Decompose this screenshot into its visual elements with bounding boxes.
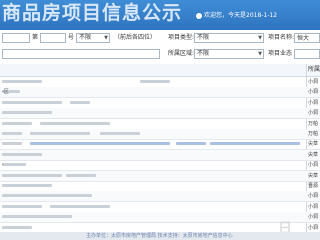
area-select-value: 不限	[197, 50, 210, 57]
chevron-down-icon: ▼	[258, 51, 262, 57]
project-table: 所属 小洞 -区 小洞 小洞 小洞 万柏 万柏 尖草 尖草 - 小洞 尖草 晋源 小洞 小洞 小洞 小洞	[0, 64, 320, 234]
table-row[interactable]: - 小洞	[0, 160, 320, 172]
cell-district: 小洞	[308, 193, 319, 200]
filter-row-2: 所属区域: 不限 ▼ 项目业态	[0, 47, 320, 64]
project-type-value: 不限	[197, 34, 210, 41]
range-select[interactable]: 不限 ▼	[76, 33, 110, 43]
cell-district: 小洞	[308, 110, 319, 117]
table-row[interactable]: 小洞	[0, 77, 320, 88]
app-header: 商品房项目信息公示 欢迎您，今天是2018-1-12	[0, 0, 320, 30]
cell-project-info: -区	[2, 89, 9, 96]
row-content-placeholder	[2, 111, 52, 115]
row-content-placeholder	[176, 142, 206, 146]
cell-district: 晋源	[308, 183, 319, 189]
row-content-placeholder	[2, 225, 32, 229]
row-content-placeholder	[210, 142, 300, 146]
cell-district: 小洞	[308, 79, 319, 85]
cell-district: 尖草	[308, 172, 319, 179]
row-content-placeholder	[30, 142, 170, 146]
table-row[interactable]: 尖草	[0, 139, 320, 151]
ce-label: 第	[32, 34, 39, 41]
row-content-placeholder	[2, 100, 62, 104]
page-title: 商品房项目信息公示	[2, 2, 183, 24]
chevron-down-icon: ▼	[258, 35, 262, 41]
project-type-label: 项目类型:	[168, 34, 195, 41]
table-header: 所属	[0, 64, 320, 77]
cell-district: 小洞	[308, 162, 319, 169]
row-content-placeholder	[2, 173, 62, 177]
table-row[interactable]: 万柏	[0, 119, 320, 130]
row-content-placeholder	[140, 80, 170, 83]
cell-district: 万柏	[308, 120, 319, 127]
number-field[interactable]	[40, 33, 66, 43]
range-hint: （前后各四位）	[114, 34, 157, 41]
table-row[interactable]: 小洞	[0, 191, 320, 203]
project-type-select[interactable]: 不限 ▼	[194, 33, 264, 43]
table-row[interactable]: 晋源	[0, 181, 320, 192]
row-content-placeholder	[2, 132, 22, 135]
table-row[interactable]: 小洞	[0, 108, 320, 120]
row-content-placeholder	[30, 132, 90, 135]
range-select-value: 不限	[79, 34, 92, 41]
table-row[interactable]: 小洞	[0, 202, 320, 213]
table-row[interactable]: 小洞	[0, 212, 320, 224]
area-select[interactable]: 不限 ▼	[194, 49, 264, 59]
cell-district: 小洞	[308, 224, 319, 231]
hao-label: 号	[68, 34, 75, 41]
footer-text: 主办单位：太原市房地产管理局 技术支持：太原市房地产信息中心	[86, 233, 233, 239]
project-name-label: 项目名称:	[268, 34, 295, 41]
table-row[interactable]: 尖草	[0, 149, 320, 161]
row-content-placeholder	[2, 215, 72, 219]
cell-district: 尖草	[308, 151, 319, 158]
project-business-input[interactable]	[294, 49, 320, 59]
project-business-label: 项目业态	[268, 50, 293, 57]
row-content-placeholder	[70, 100, 90, 104]
page-footer: 主办单位：太原市房地产管理局 技术支持：太原市房地产信息中心	[0, 232, 320, 240]
row-content-placeholder	[2, 194, 92, 198]
address-field[interactable]	[2, 49, 160, 59]
prefix-field[interactable]	[2, 33, 30, 43]
table-row[interactable]: -区 小洞	[0, 87, 320, 99]
welcome-info: 欢迎您，今天是2018-1-12	[196, 10, 277, 19]
row-content-placeholder	[2, 121, 32, 125]
row-content-placeholder	[2, 163, 26, 167]
cell-district: 小洞	[308, 89, 319, 96]
cell-district: 小洞	[308, 203, 319, 210]
table-row[interactable]: 小洞	[0, 98, 320, 109]
welcome-text: 欢迎您，今天是2018-1-12	[204, 12, 278, 19]
project-name-input[interactable]: 恒大	[294, 33, 320, 43]
cell-district: 尖草	[308, 141, 319, 148]
cell-district: 小洞	[308, 99, 319, 106]
column-header-district: 所属	[308, 66, 320, 73]
chevron-down-icon: ▼	[104, 35, 108, 41]
cell-project-info: -	[2, 162, 4, 169]
table-row[interactable]: 尖草	[0, 170, 320, 182]
row-content-placeholder	[2, 80, 42, 83]
area-label: 所属区域:	[168, 50, 195, 57]
filter-row-1: 第 号 不限 ▼ （前后各四位） 项目类型: 不限 ▼ 项目名称: 恒大	[0, 31, 320, 48]
row-content-placeholder	[2, 152, 42, 156]
cell-district: 万柏	[308, 131, 319, 137]
row-content-placeholder	[2, 204, 42, 208]
cell-district: 小洞	[308, 214, 319, 221]
row-content-placeholder	[100, 132, 140, 135]
row-content-placeholder	[2, 142, 22, 146]
row-content-placeholder	[2, 184, 52, 187]
user-icon	[196, 12, 202, 19]
row-content-placeholder	[40, 121, 110, 125]
row-content-placeholder	[66, 173, 96, 177]
table-row[interactable]: 万柏	[0, 129, 320, 140]
row-content-placeholder	[50, 204, 110, 208]
search-filter-panel: 第 号 不限 ▼ （前后各四位） 项目类型: 不限 ▼ 项目名称: 恒大 所属区…	[0, 30, 320, 65]
